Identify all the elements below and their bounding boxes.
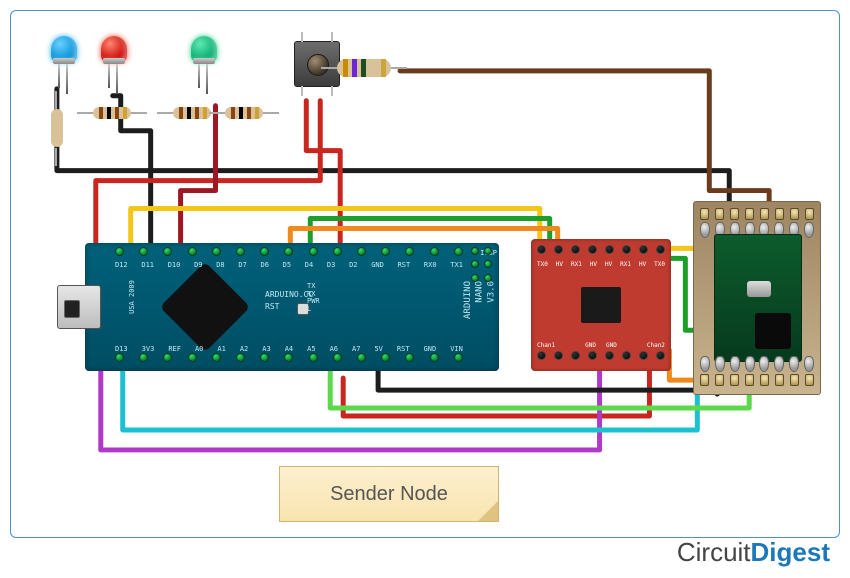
lvl-pins-top [537, 245, 665, 259]
lvl-labels-top: TX0HVRX1HVHVRX1HVTX0 [537, 261, 665, 268]
resistor-led-blue [77, 106, 147, 120]
lora-pcb [714, 234, 802, 362]
rf-lora-module [693, 201, 821, 395]
lvl-mosfet-array [581, 287, 621, 323]
led-green [189, 36, 219, 91]
lora-pads-top [700, 208, 814, 222]
pins-top-row [115, 247, 463, 261]
arduino-nano: USA 2009 ARDUINO.CC RST ARDUINO NANO V3.… [85, 243, 499, 371]
pinlabels-top: D12D11D10D9D8D7D6D5D4D3D2GNDRSTRX0TX1 [115, 261, 463, 269]
rf-ic [755, 313, 791, 349]
icsp-header [471, 247, 495, 285]
resistor-led-green [209, 106, 279, 120]
usb-mini-connector [57, 285, 101, 329]
diagram-title-note: Sender Node [279, 466, 499, 522]
brand-label: ARDUINO.CC [265, 291, 313, 299]
note-text: Sender Node [330, 483, 448, 506]
pullup-resistor [321, 57, 407, 79]
watermark: CircuitDigest [677, 537, 830, 568]
atmega-chip [160, 262, 251, 353]
lvl-pins-bottom [537, 351, 665, 365]
lora-pads-bot [700, 374, 814, 388]
crystal-icon [747, 281, 771, 297]
pinlabels-bottom: D133V3REFA0A1A2A3A4A5A6A75VRSTGNDVIN [115, 345, 463, 353]
brand-right: Digest [751, 537, 830, 567]
model-label-1: ARDUINO [463, 281, 473, 319]
diagram-frame: USA 2009 ARDUINO.CC RST ARDUINO NANO V3.… [10, 10, 840, 538]
led-blue [49, 36, 79, 91]
year-label: 2009 [128, 280, 136, 297]
rst-silk: RST [265, 302, 279, 311]
pins-bottom-row [115, 353, 463, 367]
resistor-gnd-series [49, 91, 65, 166]
origin-label: USA [128, 301, 136, 314]
brand-left: Circuit [677, 537, 751, 567]
logic-level-converter: TX0HVRX1HVHVRX1HVTX0 Chan1GNDGNDChan2 [531, 239, 671, 371]
lvl-labels-bot: Chan1GNDGNDChan2 [537, 342, 665, 349]
l-led-label: L [307, 306, 320, 314]
led-red [99, 36, 129, 91]
lora-solder-bot [700, 356, 814, 374]
